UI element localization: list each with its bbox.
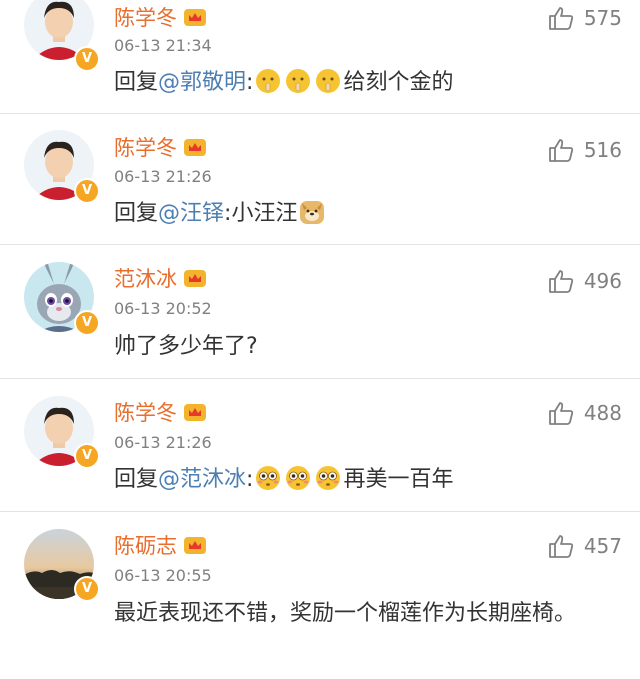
thumbs-up-icon [548,7,573,30]
like-button[interactable]: 488 [548,401,622,425]
commenter-name[interactable]: 陈学冬 [114,132,207,162]
verified-badge-icon: V [74,178,100,204]
vip-crown-icon [184,9,206,26]
comment-time: 06-13 20:52 [114,299,212,318]
doge-emoji-icon [300,201,325,224]
comment-time: 06-13 21:26 [114,433,212,452]
comment-item: V 陈砺志 06-13 20:55 最近表现还不错，奖励一个榴莲作为长期座椅。 … [0,512,640,679]
mention-link[interactable]: @郭敬明 [158,70,246,95]
shush-emoji-icon [316,69,341,93]
comment-text: 回复@汪铎:小汪汪 [114,194,616,234]
comment-item: V 陈学冬 06-13 21:26 回复@范沐冰: 再美一百年 488 [0,379,640,512]
mention-link[interactable]: @汪铎 [158,201,224,226]
like-count: 488 [583,401,622,425]
commenter-name[interactable]: 范沐冰 [114,263,207,293]
comment-time: 06-13 20:55 [114,566,212,585]
like-count: 496 [583,269,622,293]
vip-crown-icon [184,139,206,156]
like-count: 457 [583,534,622,558]
commenter-name[interactable]: 陈砺志 [114,530,207,560]
thumbs-up-icon [548,402,573,425]
vip-crown-icon [184,404,206,421]
comment-time: 06-13 21:34 [114,36,212,55]
like-button[interactable]: 575 [548,6,622,30]
comment-item: V 范沐冰 06-13 20:52 帅了多少年了? 496 [0,245,640,379]
verified-badge-icon: V [74,46,100,72]
flushed-emoji-icon [286,466,311,490]
like-button[interactable]: 516 [548,138,622,162]
vip-crown-icon [184,537,206,554]
comment-text: 回复@郭敬明: 给刻个金的 [114,69,454,95]
thumbs-up-icon [548,139,573,162]
like-button[interactable]: 496 [548,269,622,293]
verified-badge-icon: V [74,310,100,336]
shush-emoji-icon [286,69,311,93]
comment-text: 回复@范沐冰: 再美一百年 [114,466,454,492]
flushed-emoji-icon [256,466,281,490]
shush-emoji-icon [256,69,281,93]
like-count: 516 [583,138,622,162]
flushed-emoji-icon [316,466,341,490]
like-button[interactable]: 457 [548,534,622,558]
vip-crown-icon [184,270,206,287]
comment-text: 帅了多少年了? [114,334,258,359]
thumbs-up-icon [548,535,573,558]
comment-time: 06-13 21:26 [114,167,212,186]
comment-item: V 陈学冬 06-13 21:34 回复@郭敬明: 给刻个金的 575 [0,0,640,114]
comment-item: V 陈学冬 06-13 21:26 回复@汪铎:小汪汪 516 [0,114,640,245]
like-count: 575 [583,6,622,30]
comment-text: 最近表现还不错，奖励一个榴莲作为长期座椅。 [114,601,577,626]
verified-badge-icon: V [74,576,100,602]
thumbs-up-icon [548,270,573,293]
verified-badge-icon: V [74,443,100,469]
mention-link[interactable]: @范沐冰 [158,467,246,492]
commenter-name[interactable]: 陈学冬 [114,2,207,32]
commenter-name[interactable]: 陈学冬 [114,397,207,427]
